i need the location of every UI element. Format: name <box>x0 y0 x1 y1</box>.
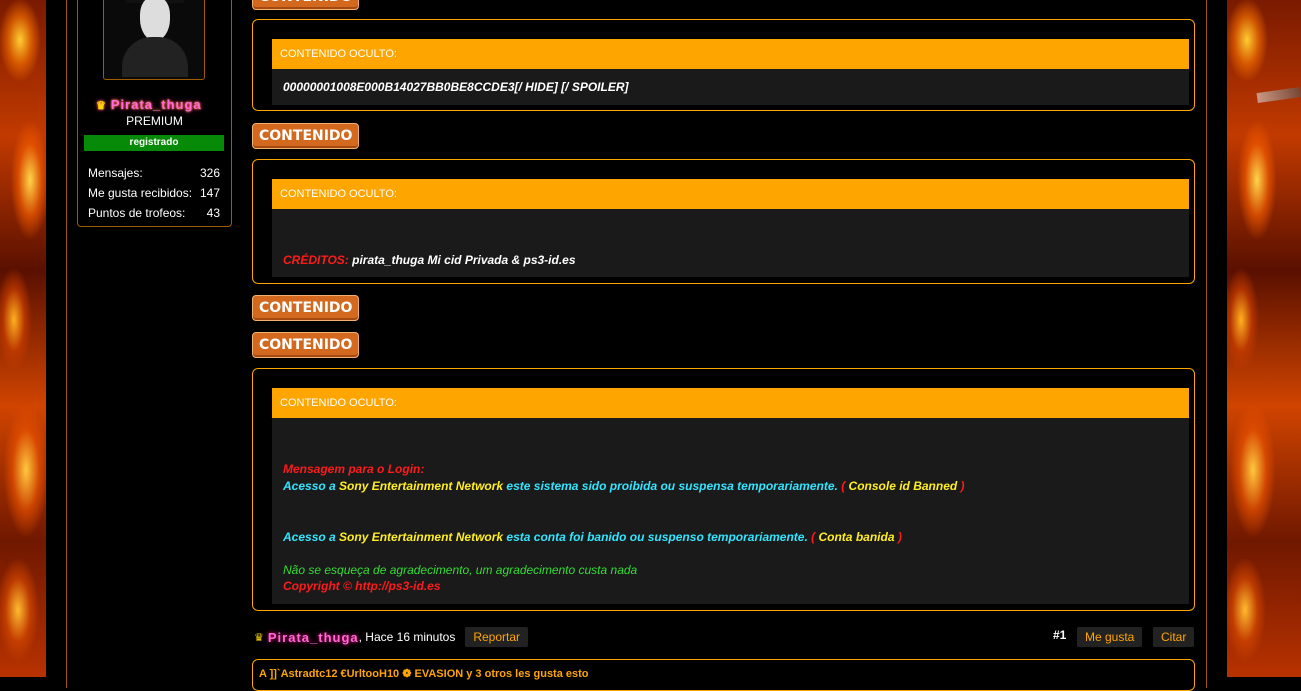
user-rank: PREMIUM <box>126 114 183 128</box>
likes-summary: A ]]`Astradtc12 €UrltooH10 ❁ EVASION y 3… <box>252 659 1195 691</box>
text-segment: este sistema sido proibida ou suspensa t… <box>503 479 842 493</box>
copyright-line: Copyright © http://ps3-id.es <box>283 579 441 593</box>
contenido-button[interactable]: CONTENIDO <box>252 295 360 321</box>
hidden-content-box: CONTENIDO OCULTO: 00000001008E000B14027B… <box>252 19 1195 111</box>
text-segment: Conta banida <box>818 530 895 544</box>
thanks-line: Não se esqueça de agradecimento, um agra… <box>283 563 638 577</box>
hidden-content-header: CONTENIDO OCULTO: <box>272 39 1189 69</box>
hidden-content-box: CONTENIDO OCULTO: CRÉDITOS: pirata_thuga… <box>252 159 1195 284</box>
quote-button[interactable]: Citar <box>1153 627 1195 647</box>
text-segment: ) <box>894 530 902 544</box>
text-segment: Sony Entertainment Network <box>339 530 504 544</box>
post-time[interactable]: , Hace 16 minutos <box>359 630 456 644</box>
text-segment: esta conta foi banido ou suspenso tempor… <box>503 530 812 544</box>
text-segment: ) <box>957 479 965 493</box>
flame-background-left <box>0 0 46 677</box>
stat-value: 43 <box>206 206 220 220</box>
hidden-content-box: CONTENIDO OCULTO: Mensagem para o Login:… <box>252 368 1195 611</box>
hidden-content-body: 00000001008E000B14027BB0BE8CCDE3[/ HIDE]… <box>272 69 1189 105</box>
hidden-content-body: CRÉDITOS: pirata_thuga Mi cid Privada & … <box>272 209 1189 277</box>
avatar-body <box>122 37 188 77</box>
post-number[interactable]: #1 <box>1053 628 1066 642</box>
text-segment: Acesso a <box>283 530 340 544</box>
report-button[interactable]: Reportar <box>465 627 529 647</box>
username[interactable]: ♛ Pirata_thuga <box>96 97 202 112</box>
crown-icon: ♛ <box>254 631 264 644</box>
text-segment: Acesso a <box>283 479 340 493</box>
stat-value: 326 <box>199 166 220 180</box>
contenido-button[interactable]: CONTENIDO <box>252 0 360 10</box>
mask-face <box>140 0 170 41</box>
contenido-button[interactable]: CONTENIDO <box>252 332 360 358</box>
credits-text: pirata_thuga Mi cid Privada & ps3-id.es <box>348 253 576 267</box>
stat-row-messages[interactable]: Mensajes: 326 <box>88 166 220 186</box>
text-segment: Sony Entertainment Network <box>339 479 504 493</box>
message-title: Mensagem para o Login: <box>283 462 425 476</box>
avatar[interactable] <box>103 0 205 80</box>
credits-line: CRÉDITOS: pirata_thuga Mi cid Privada & … <box>283 253 576 267</box>
ban-line-account: Acesso a Sony Entertainment Network esta… <box>283 530 902 544</box>
hidden-content-body: Mensagem para o Login: Acesso a Sony Ent… <box>272 418 1189 604</box>
stat-row-likes[interactable]: Me gusta recibidos: 147 <box>88 186 220 206</box>
code-line: 00000001008E000B14027BB0BE8CCDE3[/ HIDE]… <box>283 80 629 94</box>
likes-text[interactable]: A ]]`Astradtc12 €UrltooH10 ❁ EVASION y 3… <box>259 667 589 680</box>
like-button[interactable]: Me gusta <box>1077 627 1143 647</box>
flame-background-right <box>1227 0 1301 677</box>
ban-line-console: Acesso a Sony Entertainment Network este… <box>283 479 965 493</box>
post-author[interactable]: Pirata_thuga <box>268 630 359 645</box>
post-meta: ♛ Pirata_thuga , Hace 16 minutos Reporta… <box>254 627 529 647</box>
text-segment: ( <box>841 479 849 493</box>
contenido-button[interactable]: CONTENIDO <box>252 123 360 149</box>
stat-label: Me gusta recibidos: <box>88 186 193 200</box>
credits-label: CRÉDITOS: <box>283 253 349 267</box>
username-text: Pirata_thuga <box>110 97 202 112</box>
status-badge: registrado <box>84 135 224 151</box>
text-segment: Console id Banned <box>848 479 958 493</box>
hidden-content-header: CONTENIDO OCULTO: <box>272 179 1189 209</box>
stat-row-trophies[interactable]: Puntos de trofeos: 43 <box>88 206 220 226</box>
stat-label: Mensajes: <box>88 166 143 180</box>
stat-label: Puntos de trofeos: <box>88 206 186 220</box>
crown-icon: ♛ <box>96 100 107 112</box>
stat-value: 147 <box>199 186 220 200</box>
hidden-content-header: CONTENIDO OCULTO: <box>272 388 1189 418</box>
user-stats: Mensajes: 326 Me gusta recibidos: 147 Pu… <box>88 166 220 226</box>
